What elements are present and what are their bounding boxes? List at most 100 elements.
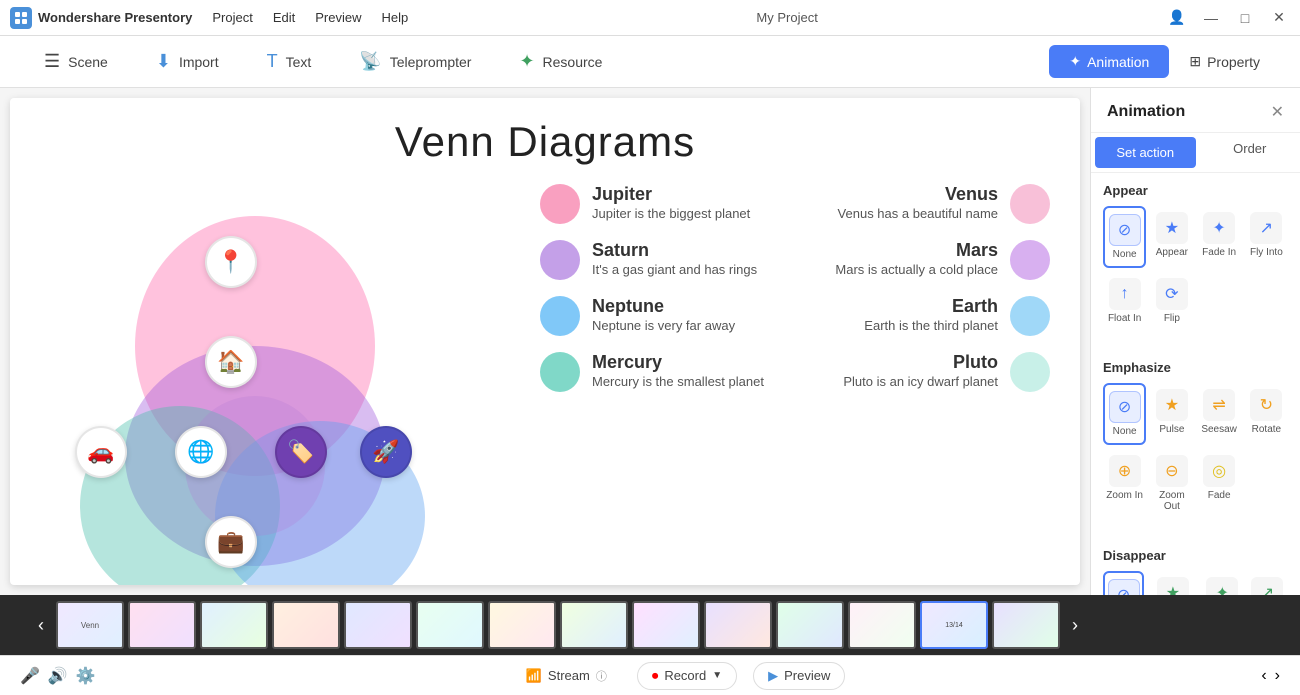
mars-text: Mars Mars is actually a cold place xyxy=(805,240,998,279)
panel-header: Animation ✕ xyxy=(1091,88,1300,133)
disappear-none[interactable]: ⊘ None xyxy=(1103,571,1144,595)
appear-flyinto-icon: ↗ xyxy=(1250,212,1282,244)
teleprompter-button[interactable]: 📡 Teleprompter xyxy=(335,43,495,80)
appear-appear[interactable]: ★ Appear xyxy=(1150,206,1193,268)
emphasize-rotate-icon: ↻ xyxy=(1250,389,1282,421)
top-right-icons: 👤 — □ ✕ xyxy=(1166,7,1290,29)
mic-icon[interactable]: 🎤 xyxy=(20,666,40,686)
slide-thumb-12[interactable] xyxy=(848,601,916,649)
project-title: My Project xyxy=(428,10,1146,25)
disappear-flyout[interactable]: ↗ Fly Out xyxy=(1247,571,1288,595)
jupiter-name: Jupiter xyxy=(592,184,785,205)
neptune-name: Neptune xyxy=(592,296,785,317)
nav-prev-icon[interactable]: ‹ xyxy=(1261,667,1266,685)
disappear-fadeout[interactable]: ✦ Fade Out xyxy=(1202,571,1243,595)
mars-desc: Mars is actually a cold place xyxy=(805,261,998,279)
emphasize-zoomin[interactable]: ⊕ Zoom In xyxy=(1103,449,1146,518)
slide-thumb-14[interactable] xyxy=(992,601,1060,649)
emphasize-fade-label: Fade xyxy=(1208,490,1231,501)
emphasize-pulse[interactable]: ★ Pulse xyxy=(1150,383,1193,445)
pluto-name: Pluto xyxy=(805,352,998,373)
appear-none-icon: ⊘ xyxy=(1109,214,1141,246)
emphasize-title: Emphasize xyxy=(1103,360,1288,375)
import-icon: ⬇ xyxy=(156,51,171,72)
filmstrip-prev[interactable]: ‹ xyxy=(30,615,52,636)
maximize-button[interactable]: □ xyxy=(1234,7,1256,29)
venus-text: Venus Venus has a beautiful name xyxy=(805,184,998,223)
import-button[interactable]: ⬇ Import xyxy=(132,43,243,80)
appear-none[interactable]: ⊘ None xyxy=(1103,206,1146,268)
emphasize-seesaw[interactable]: ⇌ Seesaw xyxy=(1198,383,1241,445)
record-button[interactable]: ⏺ Record ▼ xyxy=(637,662,737,690)
appear-fadein-label: Fade In xyxy=(1202,247,1236,258)
scene-button[interactable]: ☰ Scene xyxy=(20,43,132,80)
slide-thumb-7[interactable] xyxy=(488,601,556,649)
avatar-icon[interactable]: 👤 xyxy=(1166,7,1188,29)
settings-icon[interactable]: ⚙️ xyxy=(76,666,96,686)
scene-label: Scene xyxy=(68,54,108,70)
planet-neptune: Neptune Neptune is very far away xyxy=(530,288,795,344)
appear-floatin[interactable]: ↑ Float In xyxy=(1103,272,1146,330)
emphasize-rotate[interactable]: ↻ Rotate xyxy=(1245,383,1288,445)
appear-appear-icon: ★ xyxy=(1156,212,1188,244)
slide-thumb-4[interactable] xyxy=(272,601,340,649)
close-button[interactable]: ✕ xyxy=(1268,7,1290,29)
slide-thumb-3[interactable] xyxy=(200,601,268,649)
stream-button[interactable]: 📶 Stream ⓘ xyxy=(512,662,621,690)
emphasize-none[interactable]: ⊘ None xyxy=(1103,383,1146,445)
slide-thumb-11[interactable] xyxy=(776,601,844,649)
appear-floatin-label: Float In xyxy=(1108,313,1141,324)
appear-appear-label: Appear xyxy=(1156,247,1188,258)
venn-diagram: 📍 🏠 🚗 🌐 🏷️ 🚀 💼 🗺️ xyxy=(20,176,480,585)
disappear-disappear[interactable]: ★ Disappear xyxy=(1148,571,1198,595)
slide-thumb-1[interactable]: Venn xyxy=(56,601,124,649)
animation-panel: Animation ✕ Set action Order Appear ⊘ No… xyxy=(1090,88,1300,595)
set-action-tab[interactable]: Set action xyxy=(1095,137,1196,168)
nav-help[interactable]: Help xyxy=(382,10,409,25)
mars-dot xyxy=(1010,240,1050,280)
pluto-desc: Pluto is an icy dwarf planet xyxy=(805,373,998,391)
teleprompter-label: Teleprompter xyxy=(390,54,472,70)
appear-flyinto[interactable]: ↗ Fly Into xyxy=(1245,206,1288,268)
main-area: Venn Diagrams xyxy=(0,88,1300,595)
resource-label: Resource xyxy=(543,54,603,70)
property-tab-button[interactable]: ⊞ Property xyxy=(1169,45,1280,78)
disappear-fadeout-icon: ✦ xyxy=(1206,577,1238,595)
car-icon-circle: 🚗 xyxy=(75,426,127,478)
slide-area: Venn Diagrams xyxy=(0,88,1090,595)
briefcase-icon-circle: 💼 xyxy=(205,516,257,568)
slide-thumb-2[interactable] xyxy=(128,601,196,649)
house-icon-circle: 🏠 xyxy=(205,336,257,388)
appear-flip[interactable]: ⟳ Flip xyxy=(1150,272,1193,330)
emphasize-fade[interactable]: ◎ Fade xyxy=(1198,449,1241,518)
nav-preview[interactable]: Preview xyxy=(315,10,361,25)
order-tab[interactable]: Order xyxy=(1200,133,1300,172)
slide-thumb-10[interactable] xyxy=(704,601,772,649)
slide-thumb-5[interactable] xyxy=(344,601,412,649)
minimize-button[interactable]: — xyxy=(1200,7,1222,29)
slide-canvas[interactable]: Venn Diagrams xyxy=(10,98,1080,585)
bottom-bar: 🎤 🔊 ⚙️ 📶 Stream ⓘ ⏺ Record ▼ ▶ Preview ‹… xyxy=(0,655,1300,695)
emphasize-zoomout[interactable]: ⊖ Zoom Out xyxy=(1150,449,1193,518)
venus-desc: Venus has a beautiful name xyxy=(805,205,998,223)
appear-flyinto-label: Fly Into xyxy=(1250,247,1283,258)
nav-project[interactable]: Project xyxy=(212,10,252,25)
text-button[interactable]: T Text xyxy=(243,43,336,80)
appear-fadein[interactable]: ✦ Fade In xyxy=(1198,206,1241,268)
slide-thumb-13[interactable]: 13/14 xyxy=(920,601,988,649)
panel-close-button[interactable]: ✕ xyxy=(1271,102,1284,122)
nav-edit[interactable]: Edit xyxy=(273,10,295,25)
filmstrip-next[interactable]: › xyxy=(1064,615,1086,636)
stream-info-icon: ⓘ xyxy=(596,668,607,684)
globe-icon-circle: 🌐 xyxy=(175,426,227,478)
app-name: Wondershare Presentory xyxy=(38,10,192,25)
speaker-icon[interactable]: 🔊 xyxy=(48,666,68,686)
appear-section: Appear ⊘ None ★ Appear ✦ Fade In ↗ Fly I… xyxy=(1091,173,1300,350)
slide-thumb-6[interactable] xyxy=(416,601,484,649)
slide-thumb-8[interactable] xyxy=(560,601,628,649)
nav-next-icon[interactable]: › xyxy=(1275,667,1280,685)
slide-thumb-9[interactable] xyxy=(632,601,700,649)
preview-button[interactable]: ▶ Preview xyxy=(753,662,845,690)
resource-button[interactable]: ✦ Resource xyxy=(495,43,626,80)
animation-tab-button[interactable]: ✦ Animation xyxy=(1049,45,1169,78)
